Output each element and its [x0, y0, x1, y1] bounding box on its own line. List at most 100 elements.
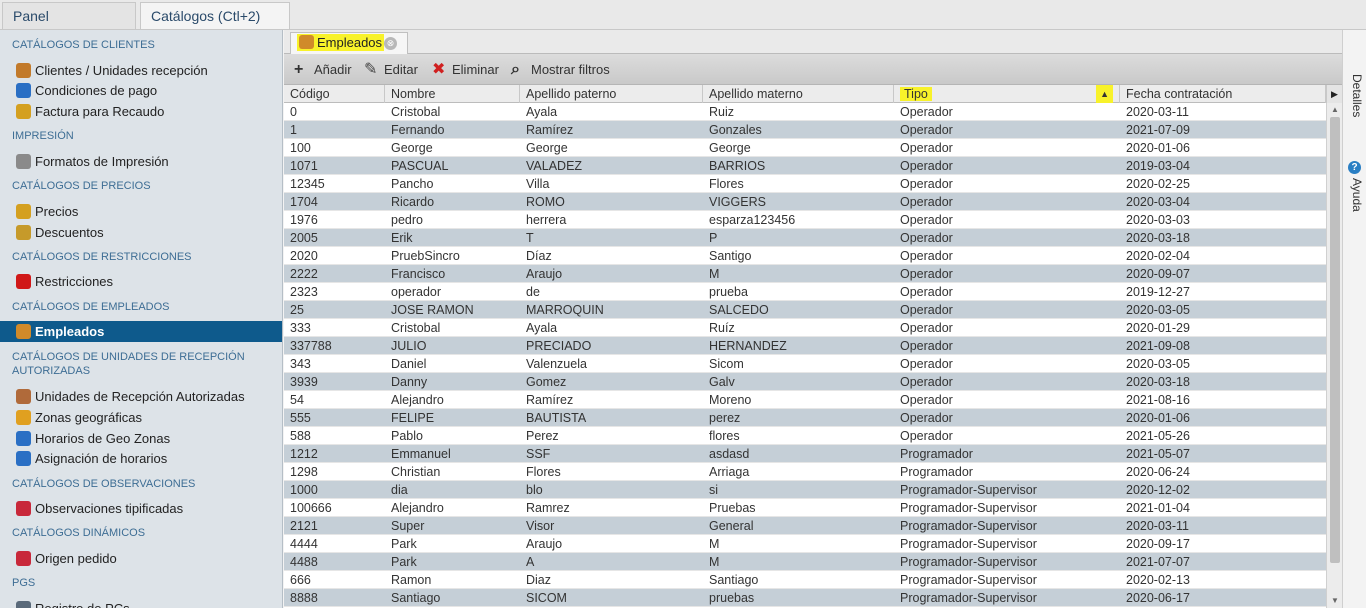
- cell-fecha: 2019-03-04: [1126, 159, 1190, 173]
- sidebar-item[interactable]: Origen pedido: [0, 548, 282, 569]
- cell-apellido-materno: si: [709, 483, 719, 497]
- table-row[interactable]: 8888 Santiago SICOM pruebas Programador-Supe…: [284, 589, 1326, 607]
- cell-tipo: Operador: [900, 285, 953, 299]
- vertical-scrollbar[interactable]: ▲ ▼: [1326, 103, 1342, 608]
- scroll-up-icon[interactable]: ▲: [1327, 103, 1342, 117]
- cell-nombre: PASCUAL: [391, 159, 449, 173]
- column-header-nombre[interactable]: Nombre: [385, 85, 520, 103]
- cell-apellido-materno: HERNANDEZ: [709, 339, 787, 353]
- table-row[interactable]: 4444 Park Araujo M Programador-Supervisor 202…: [284, 535, 1326, 553]
- table-row[interactable]: 2121 Super Visor General Programador-Supervi…: [284, 517, 1326, 535]
- sidebar-item[interactable]: Asignación de horarios: [0, 448, 282, 469]
- column-menu-arrow-icon[interactable]: ▶: [1326, 85, 1342, 103]
- cell-fecha: 2019-12-27: [1126, 285, 1190, 299]
- sidebar-item[interactable]: Formatos de Impresión: [0, 151, 282, 172]
- table-row[interactable]: 1 Fernando Ramírez Gonzales Operador 2021-07-…: [284, 121, 1326, 139]
- details-panel-toggle[interactable]: Detalles: [1346, 74, 1364, 117]
- table-row[interactable]: 333 Cristobal Ayala Ruíz Operador 2020-01-29: [284, 319, 1326, 337]
- cell-fecha: 2020-06-17: [1126, 591, 1190, 605]
- sidebar-item[interactable]: Restricciones: [0, 271, 282, 292]
- table-row[interactable]: 4488 Park A M Programador-Supervisor 2021-07-…: [284, 553, 1326, 571]
- table-row[interactable]: 0 Cristobal Ayala Ruiz Operador 2020-03-11: [284, 103, 1326, 121]
- sidebar-item-label: Unidades de Recepción Autorizadas: [35, 389, 245, 404]
- table-row[interactable]: 2323 operador de prueba Operador 2019-12-27: [284, 283, 1326, 301]
- sidebar-item-label: Precios: [35, 204, 79, 219]
- cell-apellido-materno: Ruiz: [709, 105, 735, 119]
- table-row[interactable]: 666 Ramon Diaz Santiago Programador-Supervis…: [284, 571, 1326, 589]
- cell-codigo: 1976: [290, 213, 318, 227]
- help-panel-toggle[interactable]: Ayuda: [1346, 178, 1364, 212]
- table-row[interactable]: 337788 JULIO PRECIADO HERNANDEZ Operador 2021…: [284, 337, 1326, 355]
- cell-nombre: PruebSincro: [391, 249, 460, 263]
- sidebar-item[interactable]: Horarios de Geo Zonas: [0, 428, 282, 449]
- cell-apellido-paterno: SICOM: [526, 591, 567, 605]
- sidebar-item-label: Asignación de horarios: [35, 451, 168, 466]
- show-filters-button[interactable]: ⌕ Mostrar filtros: [509, 60, 610, 80]
- tab-panel-aplicaciones[interactable]: Panel Aplicaciones: [2, 2, 136, 50]
- main-panel: Empleados ⊗ + Añadir ✎ Editar ✖ Eliminar…: [284, 30, 1342, 608]
- table-row[interactable]: 1298 Christian Flores Arriaga Programador 202…: [284, 463, 1326, 481]
- add-button[interactable]: + Añadir: [292, 60, 352, 80]
- tab-empleados[interactable]: Empleados ⊗: [290, 32, 408, 54]
- table-row[interactable]: 343 Daniel Valenzuela Sicom Operador 2020-03-…: [284, 355, 1326, 373]
- table-row[interactable]: 2222 Francisco Araujo M Operador 2020-09-07: [284, 265, 1326, 283]
- table-row[interactable]: 1000 dia blo si Programador-Supervisor 2020-1…: [284, 481, 1326, 499]
- tab-catalogos-label: Catálogos (Ctl+2): [151, 8, 261, 24]
- table-row[interactable]: 1071 PASCUAL VALADEZ BARRIOS Operador 2019-03…: [284, 157, 1326, 175]
- note-icon: [16, 501, 31, 516]
- cell-nombre: operador: [391, 285, 442, 299]
- table-row[interactable]: 100 George George George Operador 2020-01-06: [284, 139, 1326, 157]
- help-icon[interactable]: ?: [1348, 161, 1361, 174]
- sidebar-item[interactable]: Descuentos: [0, 222, 282, 243]
- sidebar-item[interactable]: Registro de PCs: [0, 598, 282, 608]
- close-icon[interactable]: ⊗: [384, 37, 397, 50]
- search-icon: ⌕: [511, 61, 520, 78]
- table-row[interactable]: 25 JOSE RAMON MARROQUIN SALCEDO Operador 2020…: [284, 301, 1326, 319]
- sidebar-item[interactable]: Factura para Recaudo: [0, 101, 282, 122]
- column-header-apellido-materno[interactable]: Apellido materno: [703, 85, 894, 103]
- cell-nombre: Super: [391, 519, 425, 533]
- table-row[interactable]: 588 Pablo Perez flores Operador 2021-05-26: [284, 427, 1326, 445]
- cell-tipo: Programador-Supervisor: [900, 555, 1037, 569]
- edit-button[interactable]: ✎ Editar: [362, 60, 418, 80]
- sidebar-item[interactable]: Clientes / Unidades recepción: [0, 60, 282, 81]
- sidebar-item[interactable]: Precios: [0, 201, 282, 222]
- person-icon: [16, 63, 31, 78]
- cell-codigo: 2020: [290, 249, 318, 263]
- delete-button[interactable]: ✖ Eliminar: [430, 60, 499, 80]
- scrollbar-thumb[interactable]: [1330, 117, 1340, 563]
- table-row[interactable]: 1704 Ricardo ROMO VIGGERS Operador 2020-03-04: [284, 193, 1326, 211]
- cell-nombre: Danny: [391, 375, 428, 389]
- scroll-down-icon[interactable]: ▼: [1327, 594, 1342, 608]
- table-row[interactable]: 54 Alejandro Ramírez Moreno Operador 2021-08-…: [284, 391, 1326, 409]
- column-header-fecha[interactable]: Fecha contratación: [1120, 85, 1326, 103]
- cell-tipo: Operador: [900, 177, 953, 191]
- cell-fecha: 2020-01-06: [1126, 411, 1190, 425]
- cell-apellido-materno: George: [709, 141, 751, 155]
- sidebar-item[interactable]: Condiciones de pago: [0, 80, 282, 101]
- sidebar-section-title: CATÁLOGOS DE PRECIOS: [12, 180, 151, 192]
- cell-apellido-materno: flores: [709, 429, 740, 443]
- cell-codigo: 1704: [290, 195, 318, 209]
- show-filters-label: Mostrar filtros: [531, 62, 610, 77]
- column-header-codigo[interactable]: Código: [284, 85, 385, 103]
- table-row[interactable]: 12345 Pancho Villa Flores Operador 2020-02-25: [284, 175, 1326, 193]
- table-row[interactable]: 2020 PruebSincro Díaz Santigo Operador 2020-0…: [284, 247, 1326, 265]
- table-row[interactable]: 555 FELIPE BAUTISTA perez Operador 2020-01-06: [284, 409, 1326, 427]
- table-row[interactable]: 1212 Emmanuel SSF asdasd Programador 2021-05-…: [284, 445, 1326, 463]
- table-row[interactable]: 3939 Danny Gomez Galv Operador 2020-03-18: [284, 373, 1326, 391]
- column-header-tipo[interactable]: Tipo ▲: [894, 85, 1120, 103]
- sidebar-item[interactable]: Empleados: [0, 321, 282, 342]
- table-row[interactable]: 100666 Alejandro Ramrez Pruebas Programador-…: [284, 499, 1326, 517]
- sidebar-item[interactable]: Unidades de Recepción Autorizadas: [0, 386, 282, 407]
- sidebar-item-label: Formatos de Impresión: [35, 154, 169, 169]
- sidebar-item[interactable]: Zonas geográficas: [0, 407, 282, 428]
- column-header-apellido-paterno[interactable]: Apellido paterno: [520, 85, 703, 103]
- cell-apellido-materno: Arriaga: [709, 465, 750, 479]
- cell-fecha: 2020-09-17: [1126, 537, 1190, 551]
- tab-catalogos[interactable]: Catálogos (Ctl+2) ⊗: [140, 2, 290, 51]
- table-row[interactable]: 2005 Erik T P Operador 2020-03-18: [284, 229, 1326, 247]
- sidebar-item[interactable]: Observaciones tipificadas: [0, 498, 282, 519]
- table-row[interactable]: 1976 pedro herrera esparza123456 Operador 202…: [284, 211, 1326, 229]
- cell-codigo: 2121: [290, 519, 318, 533]
